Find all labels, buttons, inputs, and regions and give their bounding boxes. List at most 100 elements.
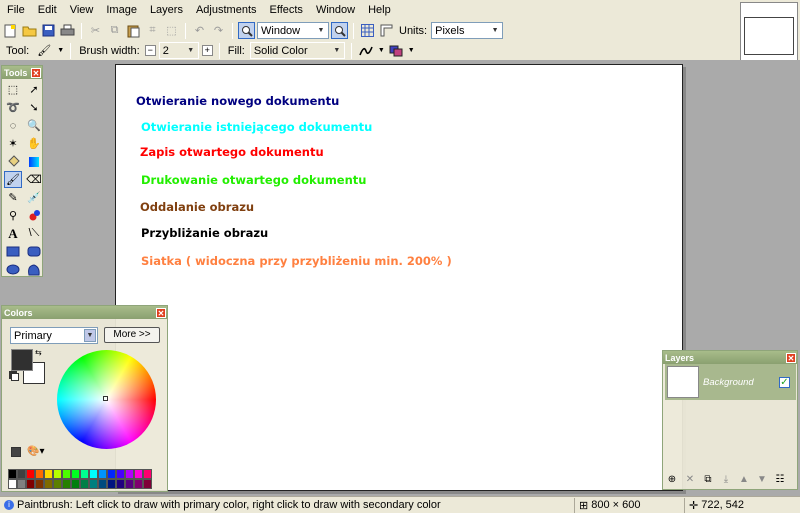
palette-swatch[interactable] — [80, 469, 89, 479]
undo-icon[interactable]: ↶ — [191, 22, 208, 39]
deselect-icon[interactable]: ⬚ — [163, 22, 180, 39]
tools-title-bar[interactable]: Tools ✕ — [2, 66, 42, 79]
rounded-rectangle-icon[interactable] — [25, 243, 43, 260]
chevron-down-icon[interactable]: ▼ — [57, 47, 64, 54]
open-folder-icon[interactable] — [21, 22, 38, 39]
menu-edit[interactable]: Edit — [33, 1, 65, 19]
layer-properties-icon[interactable]: ☷ — [773, 472, 787, 486]
menu-image[interactable]: Image — [101, 1, 145, 19]
more-button[interactable]: More >> — [104, 327, 160, 343]
palette-swatch[interactable] — [89, 479, 98, 489]
layer-visibility-checkbox[interactable]: ✓ — [779, 376, 790, 388]
palette-swatch[interactable] — [116, 469, 125, 479]
palette-icon[interactable] — [11, 447, 21, 457]
brush-width-increase-button[interactable]: + — [201, 45, 213, 56]
palette-swatch[interactable] — [80, 479, 89, 489]
palette-swatch[interactable] — [8, 479, 17, 489]
lasso-select-icon[interactable]: ➰ — [4, 99, 22, 116]
ellipse-select-icon[interactable]: ◌ — [4, 117, 22, 134]
pencil-icon[interactable]: ✎ — [4, 189, 22, 206]
palette-swatch[interactable] — [134, 469, 143, 479]
move-selected-icon[interactable]: ➚ — [25, 81, 43, 98]
chevron-down-icon[interactable]: ▼ — [408, 47, 415, 54]
antialiasing-icon[interactable] — [358, 42, 375, 59]
palette-swatch[interactable] — [17, 469, 26, 479]
move-selection-icon[interactable]: ➘ — [25, 99, 43, 116]
cut-icon[interactable]: ✂ — [87, 22, 104, 39]
duplicate-layer-icon[interactable]: ⧉ — [701, 472, 715, 486]
reset-colors-icon[interactable] — [11, 373, 19, 381]
palette-swatch[interactable] — [71, 469, 80, 479]
palette-swatch[interactable] — [107, 469, 116, 479]
zoom-select[interactable]: Window ▼ — [257, 22, 329, 39]
close-icon[interactable]: ✕ — [31, 67, 41, 78]
recolor-icon[interactable] — [25, 207, 43, 224]
image-thumbnail[interactable] — [740, 2, 798, 62]
primary-color-swatch[interactable] — [11, 349, 33, 371]
palette-swatch[interactable] — [35, 469, 44, 479]
palette-swatch[interactable] — [98, 469, 107, 479]
palette-swatch[interactable] — [53, 469, 62, 479]
palette-swatch[interactable] — [35, 479, 44, 489]
gradient-icon[interactable] — [25, 153, 43, 170]
color-mode-select[interactable]: Primary ▼ — [10, 327, 98, 344]
add-layer-icon[interactable]: ⊕ — [665, 472, 679, 486]
color-picker-icon[interactable]: 💉 — [25, 189, 43, 206]
zoom-icon[interactable] — [238, 22, 255, 39]
grid-icon[interactable] — [359, 22, 376, 39]
layers-title-bar[interactable]: Layers ✕ — [663, 351, 797, 364]
palette-swatch[interactable] — [17, 479, 26, 489]
colors-title-bar[interactable]: Colors ✕ — [2, 306, 167, 319]
palette-swatch[interactable] — [89, 469, 98, 479]
menu-view[interactable]: View — [65, 1, 102, 19]
merge-layer-down-icon[interactable]: ⤓ — [719, 472, 733, 486]
palette-swatch[interactable] — [98, 479, 107, 489]
brush-width-decrease-button[interactable]: − — [144, 45, 156, 56]
palette-swatch[interactable] — [71, 479, 80, 489]
palette-menu-icon[interactable]: 🎨▾ — [27, 446, 44, 457]
layer-row[interactable]: Background ✓ — [665, 364, 796, 400]
palette-swatch[interactable] — [62, 469, 71, 479]
palette-swatch[interactable] — [125, 469, 134, 479]
palette-swatch[interactable] — [143, 469, 152, 479]
rectangle-icon[interactable] — [4, 243, 22, 260]
rectangle-select-icon[interactable]: ⬚ — [4, 81, 22, 98]
blend-mode-icon[interactable] — [388, 42, 405, 59]
copy-icon[interactable]: ⧉ — [106, 22, 123, 39]
chevron-down-icon[interactable]: ▼ — [378, 47, 385, 54]
menu-adjustments[interactable]: Adjustments — [191, 1, 265, 19]
close-icon[interactable]: ✕ — [156, 307, 166, 318]
freeform-shape-icon[interactable] — [25, 261, 43, 278]
fill-select[interactable]: Solid Color ▼ — [249, 42, 345, 59]
palette-swatch[interactable] — [116, 479, 125, 489]
palette-swatch[interactable] — [62, 479, 71, 489]
zoom-in-icon[interactable] — [331, 22, 348, 39]
print-icon[interactable] — [59, 22, 76, 39]
units-select[interactable]: Pixels ▼ — [431, 22, 504, 39]
swap-colors-icon[interactable]: ⇆ — [35, 348, 42, 357]
paintbrush-icon[interactable]: 🖌 — [34, 42, 54, 59]
palette-swatch[interactable] — [26, 479, 35, 489]
palette-swatch[interactable] — [143, 479, 152, 489]
image-canvas[interactable]: Otwieranie nowego dokumentu Otwieranie i… — [115, 64, 683, 491]
palette-swatch[interactable] — [134, 479, 143, 489]
ellipse-icon[interactable] — [4, 261, 22, 278]
brush-width-select[interactable]: 2 ▼ — [158, 42, 199, 59]
menu-help[interactable]: Help — [363, 1, 399, 19]
move-layer-up-icon[interactable]: ▲ — [737, 472, 751, 486]
paintbrush-tool-icon[interactable]: 🖌 — [4, 171, 22, 188]
zoom-tool-icon[interactable]: 🔍 — [25, 117, 43, 134]
menu-file[interactable]: File — [2, 1, 33, 19]
palette-swatch[interactable] — [107, 479, 116, 489]
save-icon[interactable] — [40, 22, 57, 39]
palette-swatch[interactable] — [44, 479, 53, 489]
paint-bucket-icon[interactable] — [4, 153, 22, 170]
close-icon[interactable]: ✕ — [786, 352, 796, 363]
menu-effects[interactable]: Effects — [265, 1, 311, 19]
rulers-icon[interactable] — [378, 22, 395, 39]
move-layer-down-icon[interactable]: ▼ — [755, 472, 769, 486]
crop-icon[interactable]: ⌗ — [144, 22, 161, 39]
clone-stamp-icon[interactable]: ⚲ — [4, 207, 22, 224]
menu-window[interactable]: Window — [311, 1, 363, 19]
palette-swatch[interactable] — [8, 469, 17, 479]
